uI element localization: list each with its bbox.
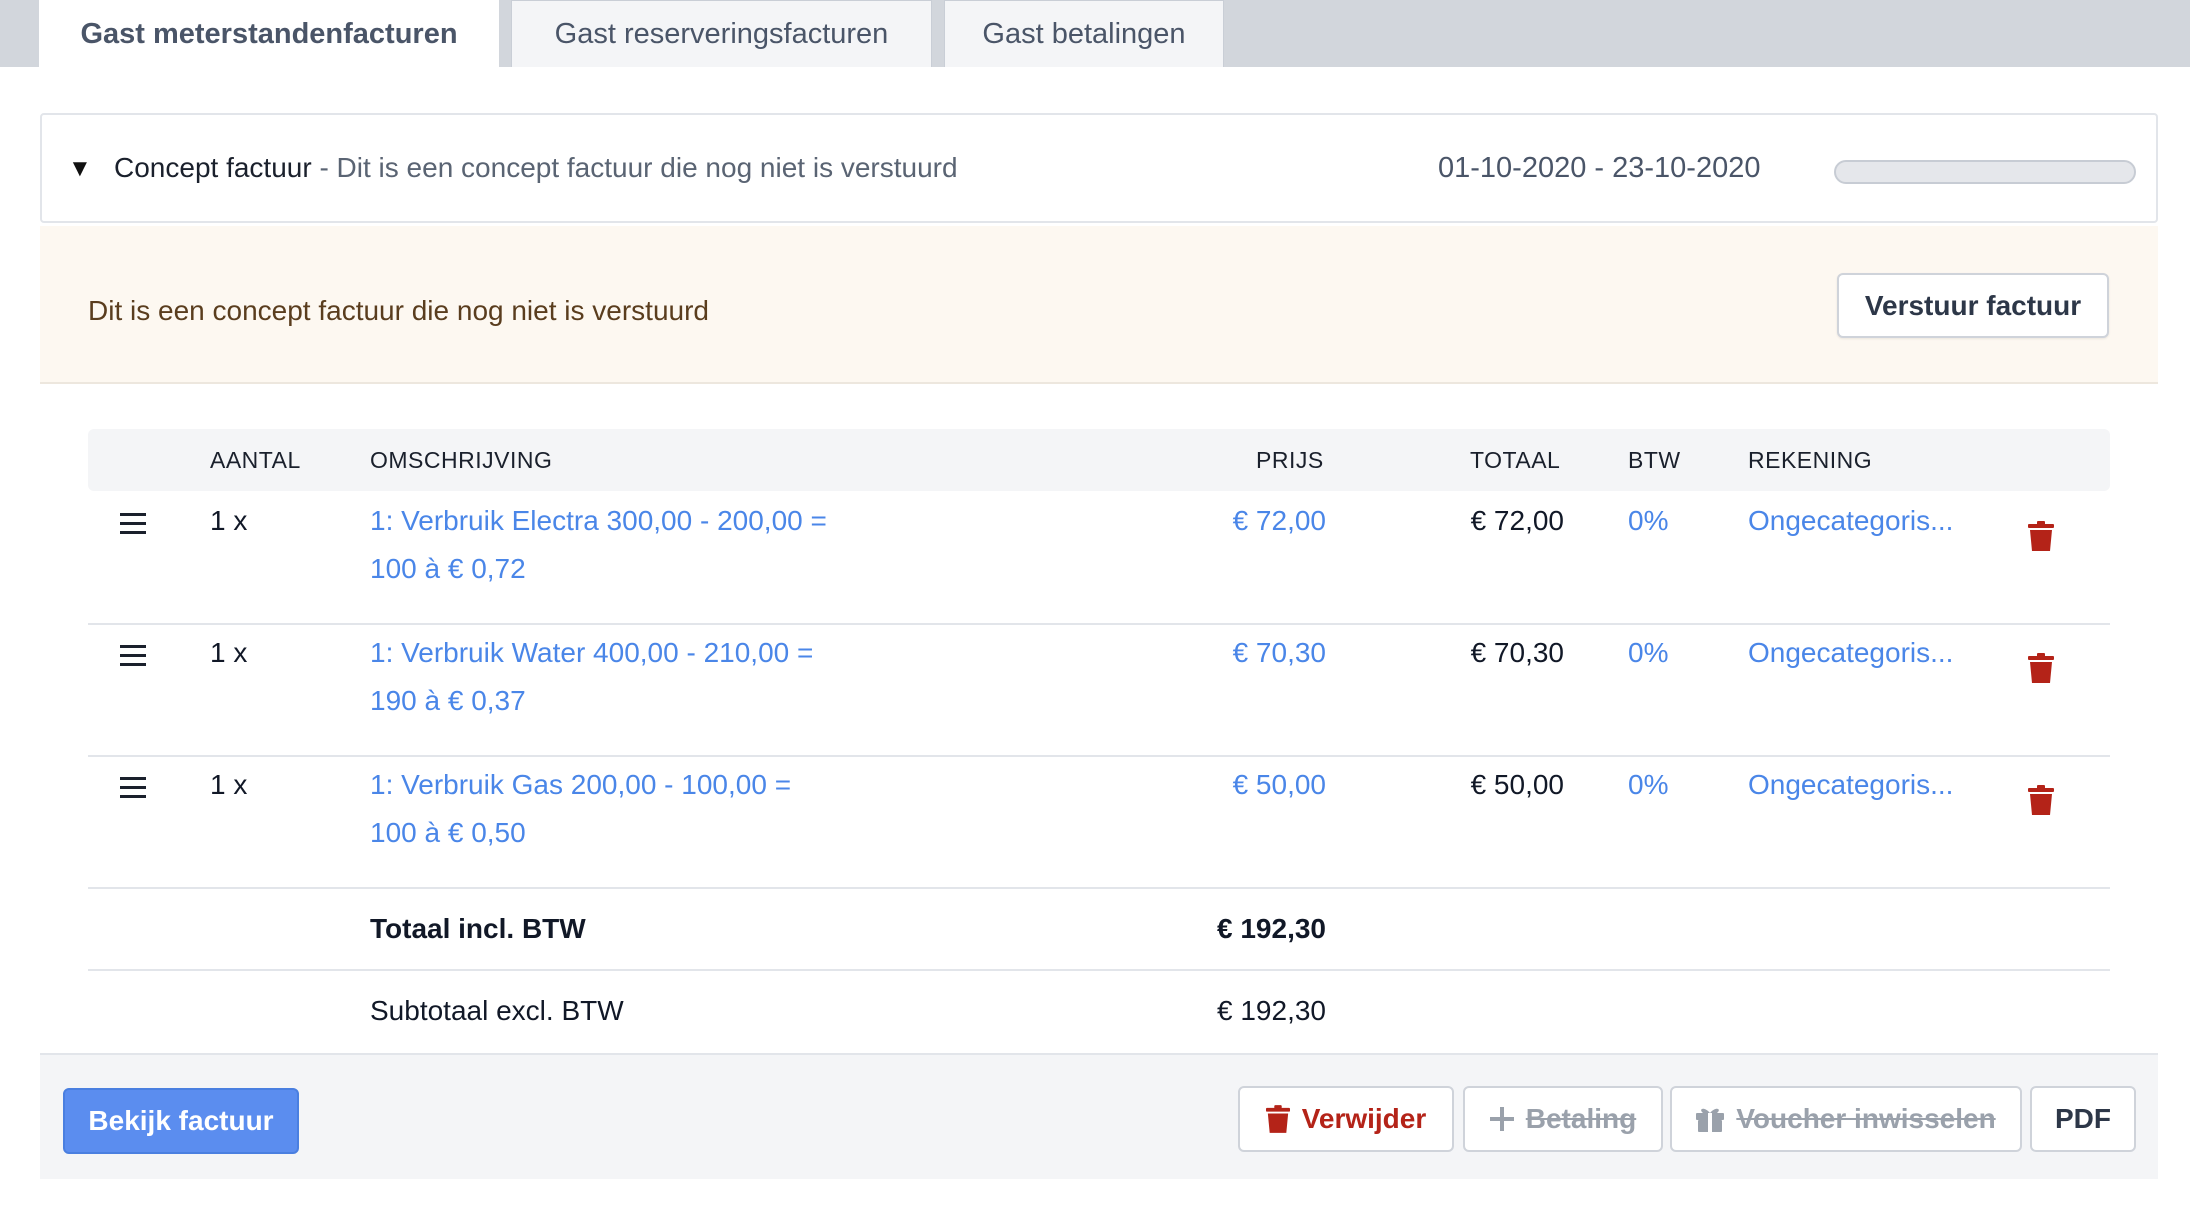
tab-betalingen[interactable]: Gast betalingen [944, 0, 1224, 67]
voucher-button-label: Voucher inwisselen [1736, 1103, 1996, 1134]
row-description[interactable]: 1: Verbruik Water 400,00 - 210,00 = 190 … [370, 629, 840, 725]
total-incl-label: Totaal incl. BTW [370, 913, 586, 944]
caret-down-icon[interactable]: ▼ [68, 155, 92, 183]
invoice-status: Concept factuur [114, 152, 312, 183]
subtotal-excl-label: Subtotaal excl. BTW [370, 995, 624, 1026]
header-rekening: REKENING [1748, 447, 1873, 473]
invoice-title: Concept factuur - Dit is een concept fac… [114, 152, 958, 184]
payment-button-label: Betaling [1525, 1103, 1637, 1134]
invoice-progress-bar [1834, 160, 2136, 184]
header-btw: BTW [1628, 447, 1681, 473]
pdf-button[interactable]: PDF [2030, 1086, 2136, 1152]
send-invoice-button[interactable]: Verstuur factuur [1837, 273, 2109, 338]
row-quantity: 1 x [210, 505, 248, 536]
header-totaal: TOTAAL [1470, 447, 1561, 473]
row-divider [88, 623, 2110, 625]
tab-meterstandenfacturen[interactable]: Gast meterstandenfacturen [39, 0, 499, 67]
plus-icon [1489, 1107, 1514, 1131]
trash-icon[interactable] [2028, 521, 2054, 551]
row-vat[interactable]: 0% [1628, 629, 1668, 677]
row-price[interactable]: € 70,30 [1233, 629, 1326, 677]
drag-handle-icon[interactable] [120, 513, 146, 535]
row-vat[interactable]: 0% [1628, 497, 1668, 545]
row-description[interactable]: 1: Verbruik Electra 300,00 - 200,00 = 10… [370, 497, 840, 593]
trash-icon[interactable] [2028, 785, 2054, 815]
gift-icon [1696, 1108, 1725, 1132]
row-total: € 70,30 [1470, 637, 1564, 668]
trash-icon[interactable] [2028, 653, 2054, 683]
delete-button-label: Verwijder [1301, 1103, 1427, 1134]
invoice-status-description: - Dit is een concept factuur die nog nie… [311, 152, 958, 183]
draft-notice-text: Dit is een concept factuur die nog niet … [88, 295, 710, 326]
tab-bar: Gast meterstandenfacturen Gast reserveri… [0, 0, 2190, 67]
row-account[interactable]: Ongecategoris... [1748, 629, 1953, 677]
header-omschrijving: OMSCHRIJVING [370, 447, 553, 473]
header-prijs: PRIJS [1256, 447, 1324, 473]
voucher-button[interactable]: Voucher inwisselen [1670, 1086, 2022, 1152]
row-price[interactable]: € 72,00 [1233, 497, 1326, 545]
row-price[interactable]: € 50,00 [1233, 761, 1326, 809]
row-quantity: 1 x [210, 769, 248, 800]
row-total: € 50,00 [1470, 769, 1564, 800]
row-vat[interactable]: 0% [1628, 761, 1668, 809]
total-incl-value: € 192,30 [1217, 913, 1326, 944]
drag-handle-icon[interactable] [120, 777, 146, 799]
tab-reserveringsfacturen[interactable]: Gast reserveringsfacturen [511, 0, 932, 67]
row-divider [88, 887, 2110, 889]
row-total: € 72,00 [1470, 505, 1564, 536]
trash-icon [1265, 1105, 1290, 1133]
invoice-card: ▼ Concept factuur - Dit is een concept f… [40, 113, 2158, 1179]
row-account[interactable]: Ongecategoris... [1748, 761, 1953, 809]
row-divider [88, 755, 2110, 757]
invoice-header[interactable]: ▼ Concept factuur - Dit is een concept f… [40, 113, 2158, 223]
row-description[interactable]: 1: Verbruik Gas 200,00 - 100,00 = 100 à … [370, 761, 840, 857]
drag-handle-icon[interactable] [120, 645, 146, 667]
row-account[interactable]: Ongecategoris... [1748, 497, 1953, 545]
header-aantal: AANTAL [210, 447, 301, 473]
delete-button[interactable]: Verwijder [1238, 1086, 1454, 1152]
invoice-footer: Bekijk factuur Verwijder Betaling Vouche… [40, 1053, 2158, 1179]
row-quantity: 1 x [210, 637, 248, 668]
view-invoice-button[interactable]: Bekijk factuur [63, 1088, 299, 1154]
row-divider [88, 969, 2110, 971]
payment-button[interactable]: Betaling [1463, 1086, 1663, 1152]
invoice-date-range: 01-10-2020 - 23-10-2020 [1438, 152, 1761, 184]
subtotal-excl-value: € 192,30 [1217, 995, 1326, 1026]
